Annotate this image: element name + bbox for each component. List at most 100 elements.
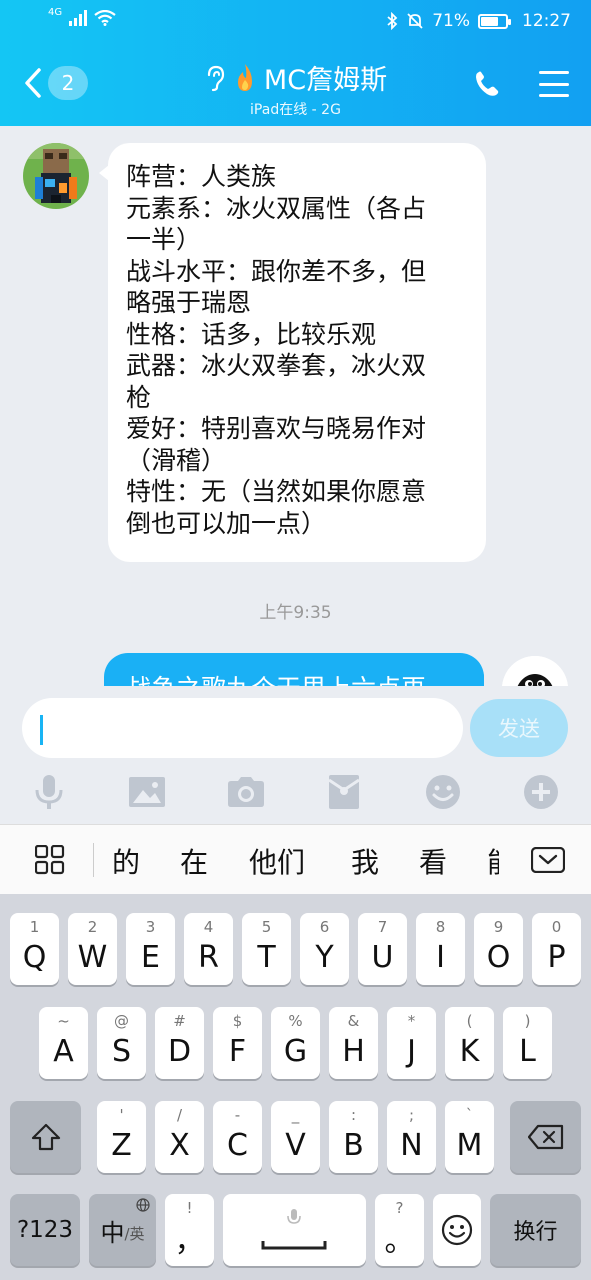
contact-title-area[interactable]: MC詹姆斯 iPad在线 - 2G	[0, 58, 591, 119]
key-hint: 6	[319, 918, 330, 936]
my-avatar[interactable]	[502, 656, 568, 686]
key-label: S	[111, 1033, 132, 1069]
key-q[interactable]: 1Q	[10, 913, 59, 985]
contact-name: MC詹姆斯	[263, 65, 388, 96]
key-h[interactable]: & H	[329, 1007, 378, 1079]
more-button[interactable]	[521, 772, 561, 812]
microphone-small-icon	[287, 1209, 301, 1224]
period-key[interactable]: ? 。	[375, 1194, 424, 1266]
key-w[interactable]: 2W	[68, 913, 117, 985]
key-k[interactable]: (K	[445, 1007, 494, 1079]
chat-area[interactable]: 阵营：人类族 元素系：冰火双属性（各占 一半） 战斗水平：跟你差不多，但 略强于瑞恩 性格…	[0, 126, 591, 686]
candidate-word[interactable]: 他们	[249, 841, 305, 881]
key-y[interactable]: 6Y	[300, 913, 349, 985]
key-f[interactable]: $ F	[213, 1007, 262, 1079]
key-z[interactable]: ' Z	[97, 1101, 146, 1173]
candidate-word[interactable]: 能	[487, 841, 499, 881]
message-line: 特性：无（当然如果你愿意	[126, 477, 427, 506]
menu-button[interactable]	[539, 71, 569, 97]
key-hint: 4	[203, 918, 214, 936]
key-b[interactable]: :B	[329, 1101, 378, 1173]
collapse-keyboard-button[interactable]	[530, 846, 566, 877]
language-switch-key[interactable]: 中/英	[89, 1194, 156, 1266]
space-key[interactable]	[223, 1194, 366, 1266]
key-hint: 8	[435, 918, 446, 936]
emoji-button[interactable]	[423, 772, 463, 812]
contact-avatar[interactable]	[23, 143, 89, 209]
key-hint: &	[347, 1012, 360, 1030]
key-e[interactable]: 3E	[126, 913, 175, 985]
key-l[interactable]: ) L	[503, 1007, 552, 1079]
key-x[interactable]: / X	[155, 1101, 204, 1173]
ime-menu-button[interactable]	[34, 844, 65, 879]
flame-icon	[237, 63, 252, 91]
enter-key[interactable]: 换行	[490, 1194, 581, 1266]
status-bar: 4G 71% 12:27	[0, 0, 591, 44]
key-v[interactable]: _ V	[271, 1101, 320, 1173]
key-m[interactable]: ` M	[445, 1101, 494, 1173]
shift-key[interactable]	[10, 1101, 81, 1173]
mute-bell-icon	[407, 13, 423, 29]
candidate-word[interactable]: 我	[351, 841, 379, 881]
key-a[interactable]: ~ A	[39, 1007, 88, 1079]
key-u[interactable]: 7U	[358, 913, 407, 985]
key-hint: ~	[57, 1012, 70, 1030]
key-j[interactable]: * J	[387, 1007, 436, 1079]
key-c[interactable]: -C	[213, 1101, 262, 1173]
bluetooth-icon	[387, 12, 398, 30]
key-o[interactable]: 9O	[474, 913, 523, 985]
message-input[interactable]	[22, 698, 463, 758]
clock: 12:27	[522, 11, 571, 31]
key-p[interactable]: 0P	[532, 913, 581, 985]
ear-icon	[207, 65, 225, 91]
candidate-word[interactable]: 的	[112, 841, 140, 881]
wifi-icon	[94, 10, 116, 26]
key-n[interactable]: ; N	[387, 1101, 436, 1173]
key-label: P	[547, 939, 566, 975]
key-s[interactable]: @ S	[97, 1007, 146, 1079]
key-hint: 1	[29, 918, 40, 936]
message-input-bar: 发送	[0, 686, 591, 824]
image-button[interactable]	[127, 772, 167, 812]
camera-icon	[228, 777, 264, 807]
menu-line	[539, 94, 569, 97]
outgoing-message-text: 战争之歌九个天里上六点再	[126, 674, 426, 686]
emoji-key[interactable]	[433, 1194, 481, 1266]
message-line: （滑稽）	[126, 445, 227, 475]
key-d[interactable]: # D	[155, 1007, 204, 1079]
key-hint: $	[232, 1012, 243, 1030]
emoji-icon	[426, 775, 460, 809]
key-hint: #	[173, 1012, 186, 1030]
period-key-main: 。	[384, 1224, 415, 1259]
key-label: G	[283, 1033, 308, 1069]
plus-icon	[524, 775, 558, 809]
comma-key[interactable]: ! ，	[165, 1194, 214, 1266]
incoming-message-bubble[interactable]: 阵营：人类族 元素系：冰火双属性（各占 一半） 战斗水平：跟你差不多，但 略强于瑞恩 性格…	[99, 143, 486, 562]
key-g[interactable]: % G	[271, 1007, 320, 1079]
outgoing-message-bubble[interactable]: 战争之歌九个天里上六点再	[104, 653, 484, 686]
numbers-key[interactable]: ?123	[10, 1194, 80, 1266]
smiley-icon	[441, 1214, 473, 1246]
phone-icon	[476, 71, 499, 96]
voice-button[interactable]	[29, 772, 69, 812]
message-line: 元素系：冰火双属性（各占	[126, 193, 427, 223]
key-label: T	[257, 939, 276, 975]
key-hint: _	[291, 1106, 300, 1124]
backspace-key[interactable]	[510, 1101, 581, 1173]
key-i[interactable]: 8I	[416, 913, 465, 985]
call-button[interactable]	[473, 70, 501, 102]
candidate-word[interactable]: 在	[180, 841, 208, 881]
send-button[interactable]: 发送	[470, 699, 568, 757]
message-line: 爱好：特别喜欢与晓易作对	[126, 414, 427, 443]
key-label: I	[436, 939, 445, 975]
key-r[interactable]: 4R	[184, 913, 233, 985]
image-icon	[129, 777, 165, 807]
red-packet-icon	[328, 775, 360, 809]
candidate-word[interactable]: 看	[419, 841, 447, 881]
key-hint: `	[465, 1106, 474, 1124]
key-t[interactable]: 5T	[242, 913, 291, 985]
shift-icon	[31, 1123, 60, 1151]
battery-percent: 71%	[432, 11, 470, 31]
camera-button[interactable]	[226, 772, 266, 812]
red-packet-button[interactable]	[324, 772, 364, 812]
